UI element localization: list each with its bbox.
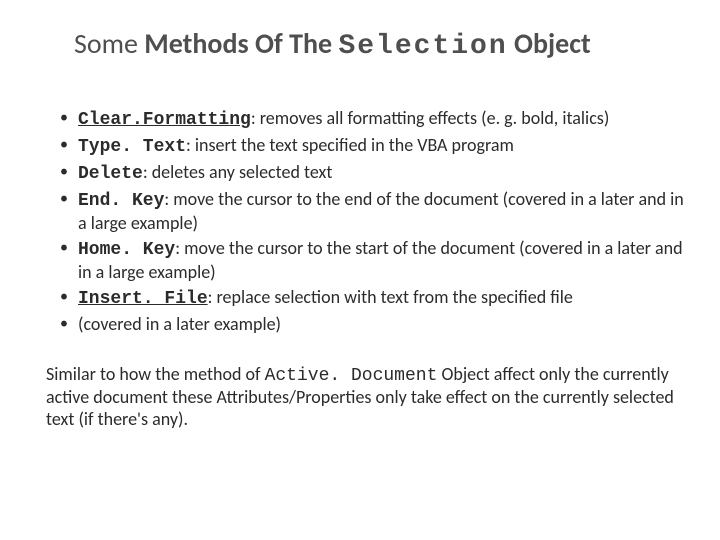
- footer-pre: Similar to how the method of: [46, 363, 265, 385]
- method-desc: : deletes any selected text: [143, 161, 333, 183]
- method-desc: (covered in a later example): [78, 313, 281, 335]
- list-item: (covered in a later example): [60, 314, 684, 336]
- method-desc: : replace selection with text from the s…: [208, 286, 573, 308]
- method-name: Delete: [78, 164, 143, 184]
- method-name: Type. Text: [78, 137, 186, 157]
- list-item: Type. Text: insert the text specified in…: [60, 135, 684, 159]
- list-item: Home. Key: move the cursor to the start …: [60, 238, 684, 284]
- title-methods: Methods: [144, 26, 248, 61]
- title-some: Some: [74, 26, 138, 61]
- method-name: Home. Key: [78, 240, 175, 260]
- footer-paragraph: Similar to how the method of Active. Doc…: [42, 364, 684, 431]
- list-item: Insert. File: replace selection with tex…: [60, 287, 684, 311]
- method-name: Insert. File: [78, 289, 208, 309]
- title-selection: Selection: [338, 31, 507, 62]
- method-desc: : removes all formatting effects (e. g. …: [251, 107, 609, 129]
- slide-title: Some Methods Of The Selection Object: [42, 26, 684, 62]
- footer-mono: Active. Document: [265, 366, 438, 386]
- method-name: End. Key: [78, 191, 164, 211]
- title-object: Object: [514, 26, 591, 61]
- title-ofthe: Of The: [255, 26, 332, 61]
- method-name: Clear.Formatting: [78, 110, 251, 130]
- list-item: Delete: deletes any selected text: [60, 162, 684, 186]
- method-desc: : move the cursor to the end of the docu…: [78, 188, 684, 234]
- list-item: End. Key: move the cursor to the end of …: [60, 189, 684, 235]
- bullet-list: Clear.Formatting: removes all formatting…: [42, 108, 684, 336]
- list-item: Clear.Formatting: removes all formatting…: [60, 108, 684, 132]
- method-desc: : insert the text specified in the VBA p…: [186, 134, 514, 156]
